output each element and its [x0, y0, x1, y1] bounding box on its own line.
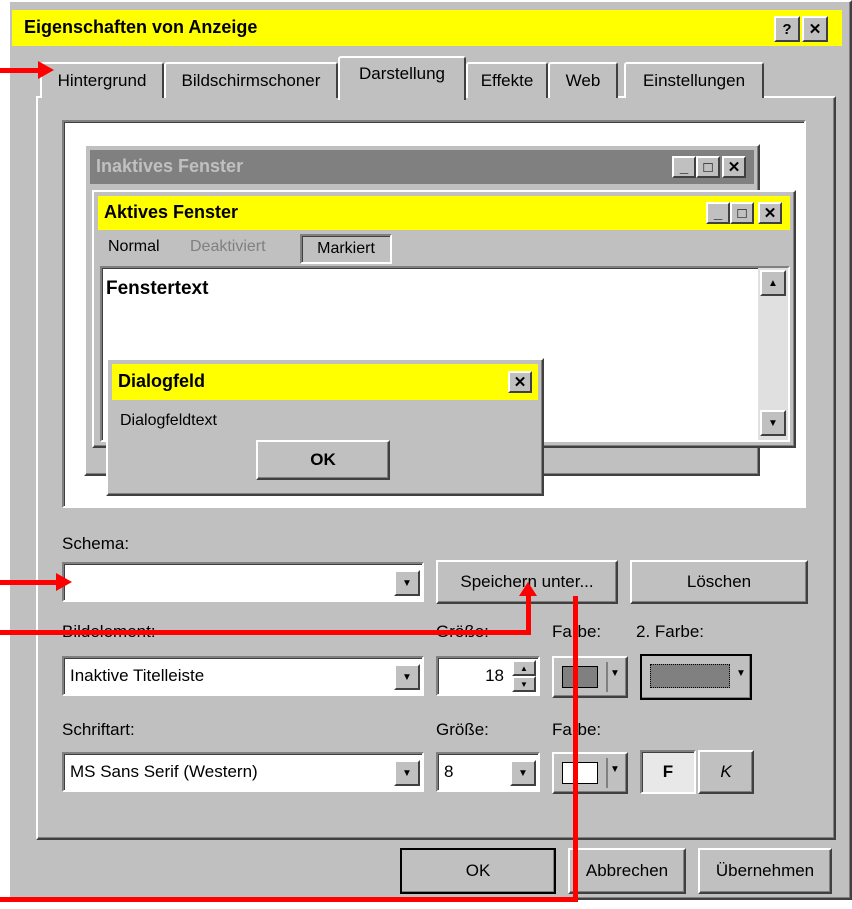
dialog-title-text: Dialogfeld [118, 371, 206, 391]
preview-active-titlebar: Aktives Fenster _ □ ✕ [98, 196, 790, 230]
tab-label: Darstellung [359, 64, 445, 83]
font-size-label: Größe: [436, 720, 489, 739]
chevron-down-icon[interactable]: ▼ [394, 570, 420, 596]
close-icon: ✕ [808, 21, 822, 38]
tab-bildschirmschoner[interactable]: Bildschirmschoner [164, 62, 338, 98]
chevron-down-icon[interactable]: ▼ [510, 760, 536, 786]
bold-label: F [662, 762, 674, 781]
preview-scrollbar: ▲ ▼ [758, 268, 788, 440]
preview-dialog-titlebar: Dialogfeld ✕ [112, 364, 538, 400]
annotation-line-bottom [0, 897, 578, 902]
font-color-button[interactable]: ▼ [552, 752, 628, 794]
spin-down-icon[interactable]: ▼ [512, 676, 536, 692]
tab-hintergrund[interactable]: Hintergrund [40, 62, 164, 98]
scroll-up-icon: ▲ [760, 270, 786, 296]
scroll-down-icon: ▼ [760, 410, 786, 436]
font-size-select[interactable]: 8 ▼ [436, 752, 540, 792]
menu-selected: Markiert [300, 234, 392, 264]
chevron-down-icon: ▼ [610, 668, 620, 679]
close-icon: ✕ [508, 371, 532, 393]
menu-normal: Normal [108, 238, 160, 255]
close-button[interactable]: ✕ [802, 16, 828, 42]
element-color2-button[interactable]: ▼ [640, 654, 752, 700]
tab-label: Web [565, 71, 601, 90]
window-text: Fenstertext [106, 278, 209, 299]
close-icon: ✕ [722, 156, 746, 178]
font-value: MS Sans Serif (Western) [70, 762, 258, 781]
chevron-down-icon[interactable]: ▼ [394, 760, 420, 786]
schema-label: Schema: [62, 534, 130, 553]
element-size-value: 18 [485, 666, 504, 685]
spin-up-icon[interactable]: ▲ [512, 660, 536, 676]
font-label: Schriftart: [62, 720, 135, 739]
annotation-line-save [0, 630, 530, 635]
font-select[interactable]: MS Sans Serif (Western) ▼ [62, 752, 424, 792]
tab-label: Effekte [480, 71, 534, 90]
annotation-line-bottom-v [573, 596, 578, 902]
font-size-value: 8 [444, 762, 454, 781]
close-icon: ✕ [758, 202, 782, 224]
size-spinner[interactable]: ▲ ▼ [512, 660, 536, 692]
schema-select[interactable]: ▼ [62, 562, 424, 602]
minimize-icon: _ [706, 202, 730, 224]
help-button[interactable]: ? [774, 16, 800, 42]
inactive-title-text: Inaktives Fenster [96, 156, 244, 176]
element-value: Inaktive Titelleiste [70, 666, 205, 685]
ok-button[interactable]: OK [400, 848, 556, 894]
active-title-text: Aktives Fenster [104, 202, 239, 222]
menu-selected-label: Markiert [317, 240, 375, 257]
element-select[interactable]: Inaktive Titelleiste ▼ [62, 656, 424, 696]
annotation-line-save-v [526, 590, 531, 635]
tab-label: Einstellungen [642, 71, 746, 90]
color-swatch [562, 666, 598, 688]
delete-label: Löschen [686, 572, 752, 591]
tab-effekte[interactable]: Effekte [466, 62, 548, 98]
tab-einstellungen[interactable]: Einstellungen [624, 62, 764, 98]
preview-area[interactable]: Inaktives Fenster _ □ ✕ Aktives Fenster … [62, 120, 806, 508]
cancel-button[interactable]: Abbrechen [568, 848, 686, 894]
dialog-ok-button: OK [256, 440, 390, 480]
divider [606, 662, 608, 692]
minimize-icon: _ [672, 156, 696, 178]
italic-label: K [720, 762, 732, 781]
element-color-button[interactable]: ▼ [552, 656, 628, 698]
chevron-down-icon[interactable]: ▼ [394, 664, 420, 690]
apply-label: Übernehmen [715, 861, 815, 880]
tab-web[interactable]: Web [548, 62, 618, 98]
tab-label: Bildschirmschoner [181, 71, 321, 90]
delete-button[interactable]: Löschen [630, 560, 808, 604]
menu-disabled: Deaktiviert [190, 238, 266, 255]
apply-button[interactable]: Übernehmen [698, 848, 832, 894]
cancel-label: Abbrechen [585, 861, 669, 880]
tab-label: Hintergrund [57, 71, 147, 90]
maximize-icon: □ [730, 202, 754, 224]
window-title: Eigenschaften von Anzeige [24, 17, 258, 37]
preview-dialog: Dialogfeld ✕ Dialogfeldtext OK [106, 358, 544, 496]
dialog-text: Dialogfeldtext [120, 412, 217, 429]
title-bar: Eigenschaften von Anzeige ? ✕ [12, 10, 842, 46]
chevron-down-icon: ▼ [610, 764, 620, 775]
bold-toggle[interactable]: F [640, 750, 696, 794]
element-size-input[interactable]: 18 ▲ ▼ [436, 656, 540, 696]
arrowhead-icon [56, 573, 72, 591]
dialog-ok-label: OK [310, 450, 336, 469]
annotation-line-schema [0, 580, 62, 585]
color2-swatch [650, 664, 730, 688]
element-color2-label: 2. Farbe: [636, 622, 705, 641]
arrowhead-icon [519, 582, 537, 596]
ok-label: OK [465, 861, 491, 880]
italic-toggle[interactable]: K [698, 750, 754, 794]
tab-darstellung[interactable]: Darstellung [338, 56, 466, 100]
divider [606, 758, 608, 788]
arrowhead-icon [38, 61, 54, 79]
maximize-icon: □ [696, 156, 720, 178]
color-swatch [562, 762, 598, 784]
preview-inactive-titlebar: Inaktives Fenster _ □ ✕ [90, 150, 754, 184]
chevron-down-icon: ▼ [736, 668, 746, 679]
